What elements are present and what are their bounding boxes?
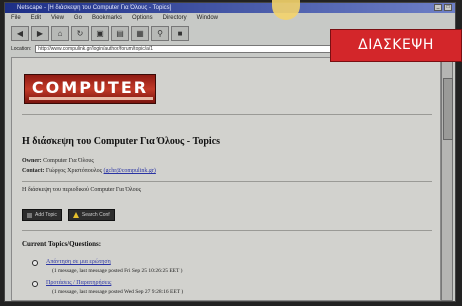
divider-top [22,114,432,115]
diaskepsi-banner: ΔΙΑΣΚΕΨΗ [330,29,462,62]
topic-link[interactable]: Προτάσεις / Παρατηρήσεις [46,280,111,286]
back-button[interactable]: ◀ [11,26,29,41]
conference-description: Η διάσκεψη του περιοδικού Computer Για Ό… [22,187,142,193]
menu-directory[interactable]: Directory [163,13,187,24]
divider-mid [22,181,432,182]
page-content: COMPUTER Η διάσκεψη του Computer Για Όλο… [11,57,441,301]
menu-bookmarks[interactable]: Bookmarks [92,13,122,24]
window-title: Netscape - [Η διάσκεψη του Computer Για … [17,5,172,11]
contact-label: Contact: [22,168,45,174]
forward-icon: ▶ [36,29,44,38]
contact-line: Contact: Γιώργος Χριστόπουλος (gchr@comp… [22,168,156,174]
logo-text: COMPUTER [31,78,149,97]
scrollbar-thumb[interactable] [443,78,453,140]
menu-view[interactable]: View [51,13,64,24]
contact-email-link[interactable]: (gchr@compulink.gr) [104,168,156,174]
menu-window[interactable]: Window [197,13,218,24]
menu-bar: File Edit View Go Bookmarks Options Dire… [5,13,455,24]
back-icon: ◀ [16,29,24,38]
computer-logo: COMPUTER [24,74,156,104]
topic-info: (1 message, last message posted Fri Sep … [52,268,183,274]
location-label: Location: [11,46,32,52]
contact-value: Γιώργος Χριστόπουλος [45,168,103,174]
search-conf-label: Search Conf [81,212,110,218]
vertical-scrollbar[interactable] [441,57,453,301]
images-button[interactable]: ▣ [91,26,109,41]
find-icon: ⚲ [157,29,163,38]
page-title: Η διάσκεψη του Computer Για Όλους - Topi… [22,136,221,147]
reload-button[interactable]: ↻ [71,26,89,41]
open-button[interactable]: ▤ [111,26,129,41]
divider-bottom [22,230,432,231]
forward-button[interactable]: ▶ [31,26,49,41]
stop-button[interactable]: ■ [171,26,189,41]
topic-link[interactable]: Απάντηση σε μια ερώτηση [46,259,111,265]
owner-value: Computer Για Όλους [43,158,94,164]
search-warning-icon [72,212,79,218]
find-button[interactable]: ⚲ [151,26,169,41]
menu-go[interactable]: Go [74,13,82,24]
topics-section-title: Current Topics/Questions: [22,240,102,248]
menu-options[interactable]: Options [132,13,153,24]
home-icon: ⌂ [57,29,63,38]
add-topic-button[interactable]: Add Topic [22,209,62,221]
menu-file[interactable]: File [11,13,21,24]
search-conf-button[interactable]: Search Conf [67,209,115,221]
minimize-button[interactable]: _ [434,4,442,11]
topic-info: (1 message, last message posted Wed Sep … [52,289,184,295]
owner-line: Owner: Computer Για Όλους [22,158,94,164]
maximize-button[interactable]: □ [444,4,452,11]
bullet-icon [32,281,38,287]
home-button[interactable]: ⌂ [51,26,69,41]
print-icon: ▦ [136,29,144,38]
logo-strip [29,97,153,100]
images-icon: ▣ [96,29,104,38]
open-icon: ▤ [116,29,124,38]
add-topic-label: Add Topic [35,212,57,218]
reload-icon: ↻ [76,29,84,38]
owner-label: Owner: [22,158,42,164]
bullet-icon [32,260,38,266]
action-buttons: Add Topic Search Conf [22,209,115,221]
window-controls: _ □ [434,4,452,11]
print-button[interactable]: ▦ [131,26,149,41]
stop-icon: ■ [177,29,183,38]
add-topic-icon [27,212,32,218]
window-titlebar: Netscape - [Η διάσκεψη του Computer Για … [5,3,455,13]
screenshot-frame: Netscape - [Η διάσκεψη του Computer Για … [0,0,462,306]
location-input[interactable]: http://www.compulink.gr/login/author/for… [35,45,336,53]
menu-edit[interactable]: Edit [31,13,41,24]
